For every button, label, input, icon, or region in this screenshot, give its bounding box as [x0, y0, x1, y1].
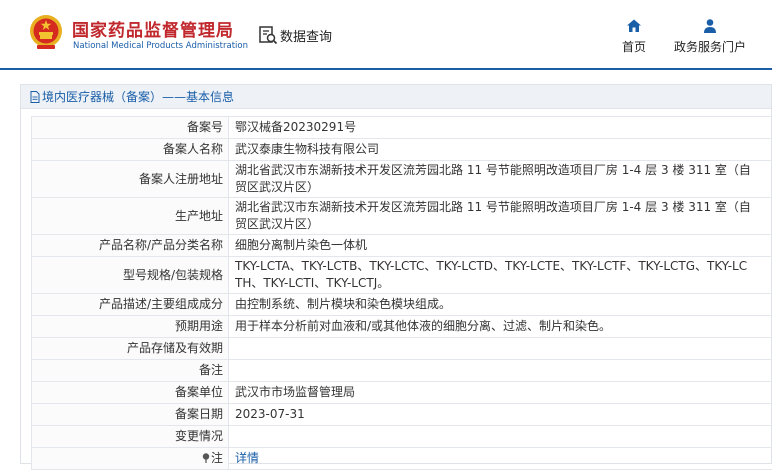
row-label: 预期用途: [31, 315, 229, 338]
row-label: 备案号: [31, 116, 229, 139]
document-icon: [30, 90, 40, 103]
row-label: 备注: [31, 359, 229, 382]
row-value: 湖北省武汉市东湖新技术开发区流芳园北路 11 号节能照明改造项目厂房 1-4 层…: [228, 197, 772, 235]
row-label: 备案日期: [31, 403, 229, 426]
table-row: 型号规格/包装规格 TKY-LCTA、TKY-LCTB、TKY-LCTC、TKY…: [31, 256, 772, 294]
table-row: 注 详情: [31, 447, 772, 470]
table-row: 备案人注册地址 湖北省武汉市东湖新技术开发区流芳园北路 11 号节能照明改造项目…: [31, 160, 772, 198]
org-name-cn: 国家药品监督管理局: [72, 21, 234, 41]
row-value: 湖北省武汉市东湖新技术开发区流芳园北路 11 号节能照明改造项目厂房 1-4 层…: [228, 160, 772, 198]
table-row: 产品名称/产品分类名称 细胞分离制片染色一体机: [31, 234, 772, 257]
row-label: 备案单位: [31, 381, 229, 404]
nav-home[interactable]: 首页: [618, 18, 650, 55]
row-value: 2023-07-31: [228, 403, 772, 426]
table-row: 产品描述/主要组成成分 由控制系统、制片模块和染色模块组成。: [31, 293, 772, 316]
pin-icon: [202, 453, 210, 463]
user-icon: [704, 19, 716, 33]
row-value: 由控制系统、制片模块和染色模块组成。: [228, 293, 772, 316]
row-value: [228, 337, 772, 360]
table-row: 备案号 鄂汉械备20230291号: [31, 116, 772, 139]
table-row: 产品存储及有效期: [31, 337, 772, 360]
record-table: 备案号 鄂汉械备20230291号 备案人名称 武汉泰康生物科技有限公司 备案人…: [31, 116, 772, 470]
row-value: 武汉泰康生物科技有限公司: [228, 138, 772, 161]
row-label: 产品存储及有效期: [31, 337, 229, 360]
row-label: 产品名称/产品分类名称: [31, 234, 229, 257]
row-value: 鄂汉械备20230291号: [228, 116, 772, 139]
panel-header: 境内医疗器械（备案）——基本信息: [21, 85, 771, 109]
row-label: 备案人注册地址: [31, 160, 229, 198]
table-row: 预期用途 用于样本分析前对血液和/或其他体液的细胞分离、过滤、制片和染色。: [31, 315, 772, 338]
nav-home-label: 首页: [621, 40, 646, 54]
row-label: 型号规格/包装规格: [31, 256, 229, 294]
details-link[interactable]: 详情: [235, 451, 259, 465]
nav-service-portal-label: 政务服务门户: [673, 40, 746, 54]
row-value: 细胞分离制片染色一体机: [228, 234, 772, 257]
record-panel: 境内医疗器械（备案）——基本信息 备案号 鄂汉械备20230291号 备案人名称…: [20, 84, 772, 470]
row-value: [228, 359, 772, 382]
row-value: 武汉市市场监督管理局: [228, 381, 772, 404]
site-header: 国家药品监督管理局 National Medical Products Admi…: [0, 0, 772, 70]
table-row: 备案人名称 武汉泰康生物科技有限公司: [31, 138, 772, 161]
row-value: 详情: [228, 447, 772, 470]
table-row: 生产地址 湖北省武汉市东湖新技术开发区流芳园北路 11 号节能照明改造项目厂房 …: [31, 197, 772, 235]
data-query-link[interactable]: 数据查询: [258, 24, 332, 46]
row-label: 产品描述/主要组成成分: [31, 293, 229, 316]
breadcrumb: 境内医疗器械（备案）——基本信息: [42, 90, 235, 104]
row-label: 备案人名称: [31, 138, 229, 161]
document-search-icon: [259, 26, 278, 45]
row-value: 用于样本分析前对血液和/或其他体液的细胞分离、过滤、制片和染色。: [228, 315, 772, 338]
national-emblem-icon: [30, 15, 62, 49]
row-label-note: 注: [31, 447, 229, 470]
table-row: 备案单位 武汉市市场监督管理局: [31, 381, 772, 404]
row-value: TKY-LCTA、TKY-LCTB、TKY-LCTC、TKY-LCTD、TKY-…: [228, 256, 772, 294]
nav-service-portal[interactable]: 政务服务门户: [671, 18, 749, 55]
row-label: 生产地址: [31, 197, 229, 235]
home-icon: [627, 19, 641, 32]
row-value: [228, 425, 772, 448]
table-row: 变更情况: [31, 425, 772, 448]
data-query-label: 数据查询: [280, 29, 333, 45]
org-name-en: National Medical Products Administration: [73, 41, 248, 51]
table-row: 备注: [31, 359, 772, 382]
row-label: 变更情况: [31, 425, 229, 448]
table-row: 备案日期 2023-07-31: [31, 403, 772, 426]
note-label: 注: [210, 451, 223, 465]
